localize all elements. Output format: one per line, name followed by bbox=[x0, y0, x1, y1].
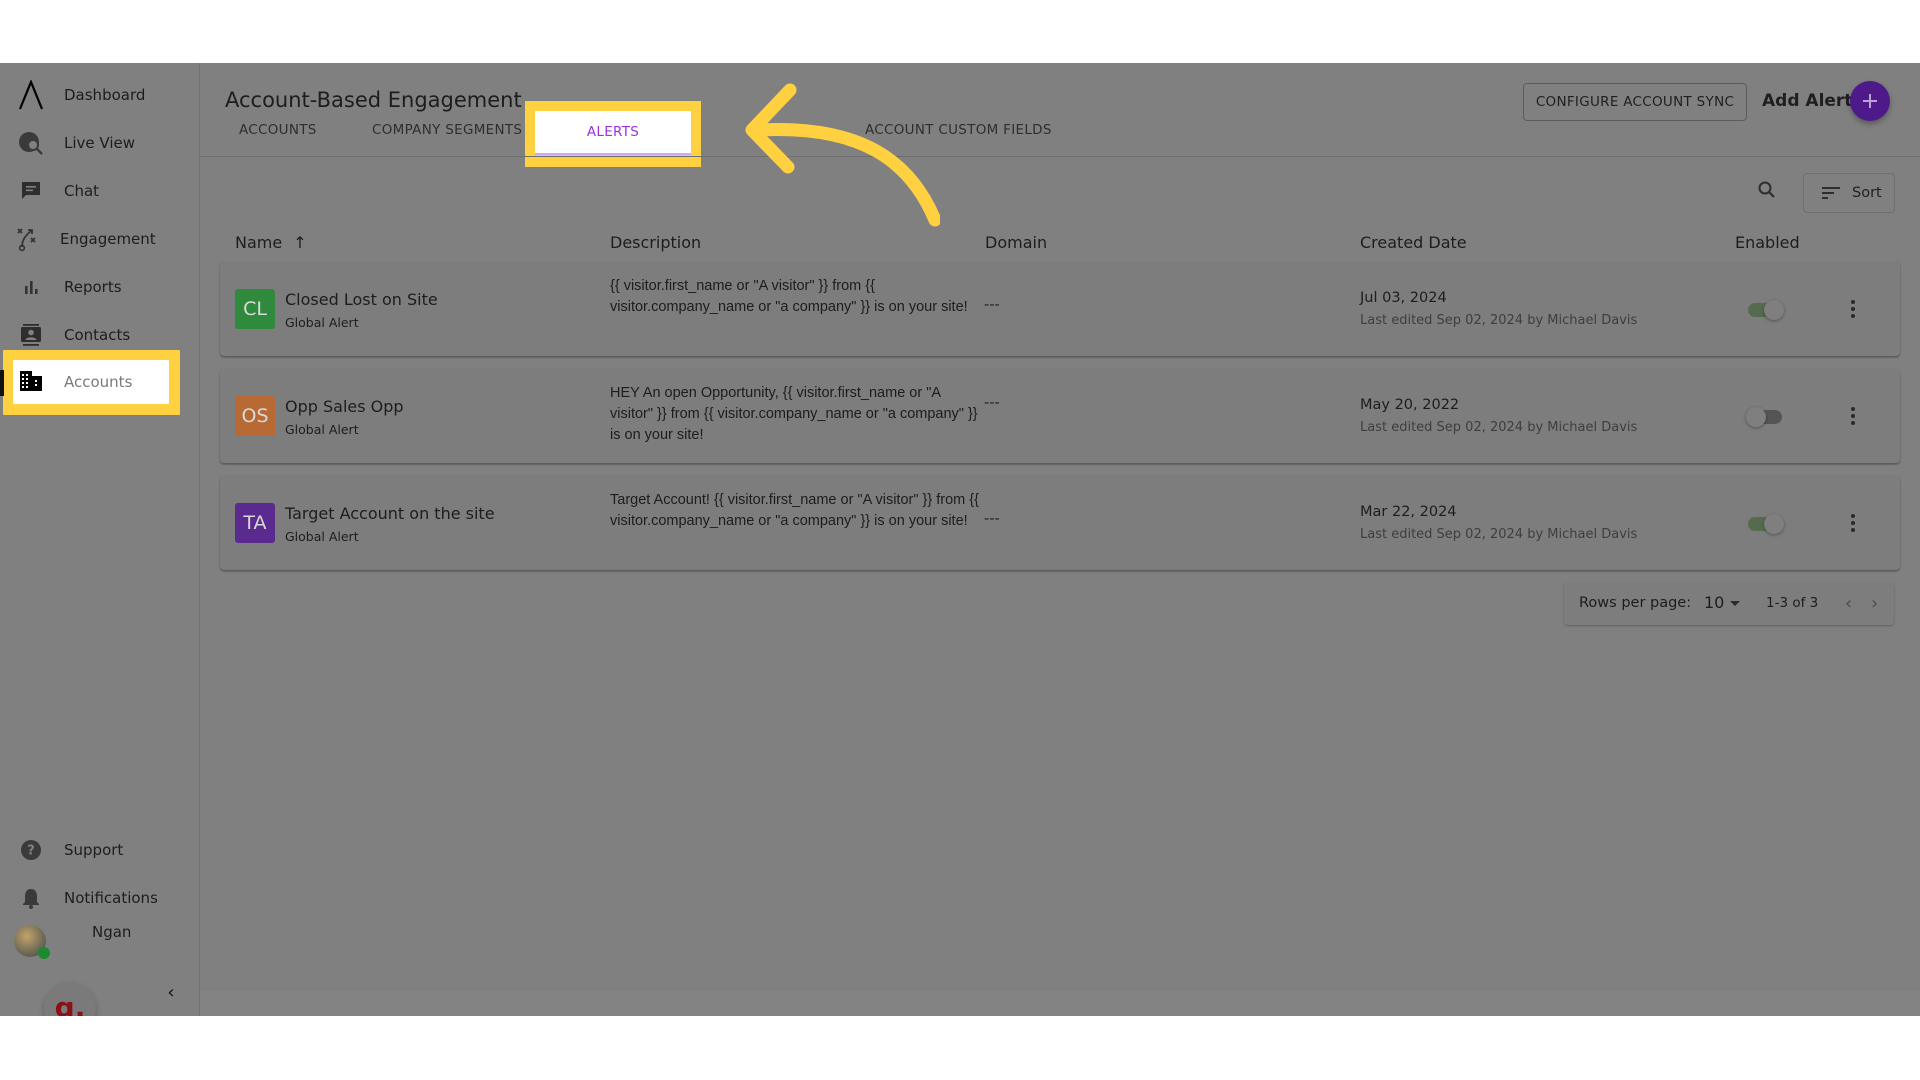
sidebar-item-accounts[interactable]: Accounts bbox=[13, 360, 169, 404]
floating-assistant-button[interactable]: g. bbox=[44, 983, 96, 1016]
sidebar-item-dashboard[interactable]: Dashboard bbox=[0, 75, 200, 115]
alert-type: Global Alert bbox=[285, 529, 359, 544]
column-header-description: Description bbox=[610, 233, 702, 252]
sidebar-item-label: Contacts bbox=[64, 326, 131, 344]
alert-name: Opp Sales Opp bbox=[285, 397, 404, 416]
table-row[interactable]: TA Target Account on the site Global Ale… bbox=[220, 476, 1900, 570]
sidebar-item-contacts[interactable]: Contacts bbox=[0, 315, 200, 355]
alert-domain: --- bbox=[984, 511, 1000, 527]
header-divider bbox=[200, 156, 1920, 157]
logo-icon bbox=[18, 80, 44, 110]
table-row[interactable]: CL Closed Lost on Site Global Alert {{ v… bbox=[220, 262, 1900, 356]
enabled-toggle[interactable] bbox=[1746, 300, 1784, 320]
sidebar-item-reports[interactable]: Reports bbox=[0, 267, 200, 307]
alert-domain: --- bbox=[984, 297, 1000, 313]
svg-text:?: ? bbox=[27, 844, 35, 859]
sidebar: Dashboard Live View Chat Engagement Repo… bbox=[0, 63, 200, 1016]
alert-type: Global Alert bbox=[285, 422, 359, 437]
tutorial-arrow-icon bbox=[745, 83, 940, 227]
alert-description: {{ visitor.first_name or "A visitor" }} … bbox=[610, 278, 968, 315]
footer-strip bbox=[200, 991, 1920, 1016]
page-range: 1-3 of 3 bbox=[1766, 595, 1819, 611]
search-button[interactable] bbox=[1752, 175, 1782, 205]
column-header-domain: Domain bbox=[985, 233, 1048, 252]
tab-company-segments[interactable]: COMPANY SEGMENTS bbox=[372, 122, 522, 138]
alert-domain: --- bbox=[984, 395, 1000, 411]
help-icon: ? bbox=[18, 837, 44, 863]
sidebar-item-label: Accounts bbox=[64, 373, 133, 391]
dropdown-caret-icon[interactable] bbox=[1730, 601, 1740, 606]
bell-icon bbox=[18, 885, 44, 911]
sidebar-item-label: Engagement bbox=[60, 230, 156, 248]
enabled-toggle[interactable] bbox=[1746, 407, 1784, 427]
rows-per-page-label: Rows per page: bbox=[1579, 595, 1692, 611]
last-edited: Last edited Sep 02, 2024 by Michael Davi… bbox=[1360, 313, 1638, 328]
active-indicator bbox=[0, 370, 4, 396]
contacts-icon bbox=[18, 322, 44, 348]
sort-icon bbox=[1822, 187, 1840, 199]
column-header-created-date: Created Date bbox=[1360, 233, 1467, 252]
chevron-left-icon: ‹ bbox=[167, 981, 175, 1003]
add-alert-button[interactable] bbox=[1850, 81, 1890, 121]
sidebar-item-label: Notifications bbox=[64, 889, 158, 907]
sort-ascending-icon: ↑ bbox=[293, 233, 307, 252]
more-options-icon[interactable] bbox=[1844, 403, 1862, 429]
sort-label: Sort bbox=[1852, 185, 1882, 201]
sidebar-item-label: Reports bbox=[64, 278, 122, 296]
alert-initials-avatar: OS bbox=[235, 396, 275, 436]
alert-name: Closed Lost on Site bbox=[285, 290, 438, 309]
last-edited: Last edited Sep 02, 2024 by Michael Davi… bbox=[1360, 527, 1638, 542]
alert-name: Target Account on the site bbox=[285, 504, 495, 523]
rows-per-page-select[interactable]: 10 bbox=[1704, 593, 1724, 612]
enabled-toggle[interactable] bbox=[1746, 514, 1784, 534]
search-icon bbox=[1758, 181, 1775, 198]
created-date: May 20, 2022 bbox=[1360, 397, 1460, 413]
plus-icon bbox=[1863, 94, 1877, 108]
live-view-icon bbox=[18, 130, 44, 156]
alert-description: HEY An open Opportunity, {{ visitor.firs… bbox=[610, 385, 978, 443]
more-options-icon[interactable] bbox=[1844, 296, 1862, 322]
tab-alerts[interactable]: ALERTS bbox=[535, 111, 691, 155]
user-name: Ngan bbox=[92, 923, 132, 941]
created-date: Jul 03, 2024 bbox=[1360, 290, 1447, 306]
alert-initials-avatar: TA bbox=[235, 503, 275, 543]
alert-initials-avatar: CL bbox=[235, 289, 275, 329]
table-row[interactable]: OS Opp Sales Opp Global Alert HEY An ope… bbox=[220, 369, 1900, 463]
sidebar-item-label: Dashboard bbox=[64, 86, 146, 104]
online-status-dot bbox=[38, 947, 50, 959]
building-icon bbox=[20, 371, 42, 395]
sort-button[interactable]: Sort bbox=[1803, 173, 1895, 213]
next-page-button[interactable]: › bbox=[1871, 593, 1878, 614]
configure-account-sync-button[interactable]: CONFIGURE ACCOUNT SYNC bbox=[1523, 83, 1747, 121]
app-window: Dashboard Live View Chat Engagement Repo… bbox=[0, 63, 1920, 1016]
sidebar-item-label: Live View bbox=[64, 134, 135, 152]
tab-accounts[interactable]: ACCOUNTS bbox=[239, 122, 317, 138]
sidebar-item-label: Chat bbox=[64, 182, 100, 200]
alert-description: Target Account! {{ visitor.first_name or… bbox=[610, 492, 979, 529]
column-header-name[interactable]: Name ↑ bbox=[235, 233, 307, 252]
add-alert-label: Add Alert bbox=[1762, 91, 1853, 111]
sidebar-item-engagement[interactable]: Engagement bbox=[0, 219, 200, 259]
pagination: Rows per page: 10 1-3 of 3 ‹ › bbox=[1564, 583, 1894, 625]
more-options-icon[interactable] bbox=[1844, 510, 1862, 536]
reports-icon bbox=[18, 274, 44, 300]
sidebar-item-chat[interactable]: Chat bbox=[0, 171, 200, 211]
sidebar-item-label: Support bbox=[64, 841, 124, 859]
last-edited: Last edited Sep 02, 2024 by Michael Davi… bbox=[1360, 420, 1638, 435]
assistant-logo-icon: g. bbox=[54, 990, 86, 1017]
page-title: Account-Based Engagement bbox=[225, 88, 522, 112]
column-header-enabled: Enabled bbox=[1735, 233, 1800, 252]
sidebar-item-support[interactable]: ? Support bbox=[0, 830, 200, 870]
user-profile[interactable]: Ngan bbox=[12, 919, 202, 959]
column-header-label: Name bbox=[235, 233, 283, 252]
chat-icon bbox=[18, 178, 44, 204]
collapse-sidebar-button[interactable]: ‹ bbox=[160, 981, 182, 1003]
previous-page-button[interactable]: ‹ bbox=[1845, 593, 1852, 614]
alert-type: Global Alert bbox=[285, 315, 359, 330]
sidebar-item-live-view[interactable]: Live View bbox=[0, 123, 200, 163]
created-date: Mar 22, 2024 bbox=[1360, 504, 1457, 520]
engagement-icon bbox=[14, 226, 40, 252]
sidebar-item-notifications[interactable]: Notifications bbox=[0, 878, 200, 918]
